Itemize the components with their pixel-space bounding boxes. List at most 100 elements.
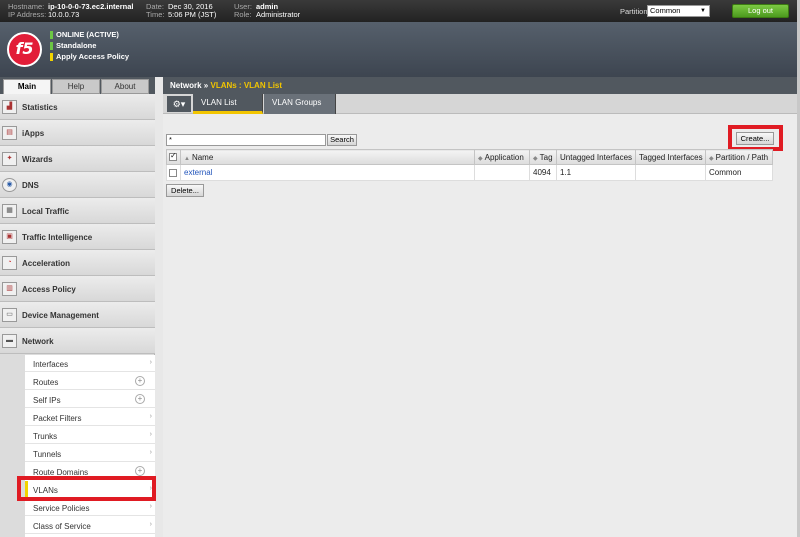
nav-item-local-traffic[interactable]: ▦ Local Traffic [0, 198, 155, 224]
tab-main[interactable]: Main [3, 79, 51, 94]
submenu-label: Trunks [33, 432, 58, 441]
submenu-self-ips[interactable]: Self IPs + [25, 391, 155, 408]
datetime-info: Date: Dec 30, 2016 Time: 5:06 PM (JST) [146, 3, 216, 19]
nav-item-traffic-intelligence[interactable]: ▣ Traffic Intelligence [0, 224, 155, 250]
column-header-name[interactable]: ▲ Name [180, 149, 475, 165]
gear-icon[interactable]: ⚙▾ [167, 96, 191, 112]
plus-circle-icon[interactable]: + [135, 376, 145, 386]
search-button[interactable]: Search [327, 134, 357, 146]
status-bar [50, 42, 53, 50]
access-policy-icon: ▥ [2, 282, 17, 296]
ip-value: 10.0.0.73 [48, 10, 80, 19]
cell-tagged [635, 164, 706, 181]
sort-icon: ◆ [709, 155, 714, 162]
nav-item-network[interactable]: ▬ Network [0, 328, 155, 354]
status-bar [50, 53, 53, 61]
submenu-packet-filters[interactable]: Packet Filters › [25, 409, 155, 426]
vlan-name-link[interactable]: external [184, 168, 212, 177]
submenu-label: Routes [33, 378, 59, 387]
row-checkbox[interactable] [169, 168, 177, 177]
cell-application [474, 164, 530, 181]
nav-item-device-management[interactable]: ▭ Device Management [0, 302, 155, 328]
submenu-routes[interactable]: Routes + [25, 373, 155, 390]
vlans-highlight-box [17, 476, 156, 501]
create-highlight-box [728, 125, 783, 151]
submenu-trunks[interactable]: Trunks › [25, 427, 155, 444]
tab-vlan-groups[interactable]: VLAN Groups [264, 94, 336, 114]
tab-about[interactable]: About [101, 79, 149, 94]
chevron-right-icon: › [149, 359, 152, 366]
left-tabs: Main Help About [0, 77, 155, 94]
apply-access-policy-link[interactable]: Apply Access Policy [56, 52, 129, 61]
nav-item-dns[interactable]: ◉ DNS [0, 172, 155, 198]
column-label: Name [191, 152, 214, 162]
submenu-service-policies[interactable]: Service Policies › [25, 499, 155, 516]
submenu-interfaces[interactable]: Interfaces › [25, 355, 155, 372]
column-header-partition[interactable]: ◆ Partition / Path [705, 149, 773, 165]
status-standalone: Standalone [50, 42, 96, 50]
status-bar [50, 31, 53, 39]
submenu-label: Class of Service [33, 522, 91, 531]
nav-item-access-policy[interactable]: ▥ Access Policy [0, 276, 155, 302]
breadcrumb-section[interactable]: Network [170, 81, 202, 90]
chevron-right-icon: › [149, 503, 152, 510]
plus-circle-icon[interactable]: + [135, 466, 145, 476]
submenu-label: Packet Filters [33, 414, 82, 423]
ip-key: IP Address: [8, 10, 47, 19]
nav-item-label: Access Policy [22, 285, 76, 294]
sub-tabs: ⚙▾ VLAN List VLAN Groups [163, 94, 797, 114]
status-online-text: ONLINE (ACTIVE) [56, 30, 119, 39]
f5-logo: f5 [7, 32, 42, 67]
search-input[interactable]: * [166, 134, 326, 146]
submenu-tunnels[interactable]: Tunnels › [25, 445, 155, 462]
nav-item-label: Acceleration [22, 259, 71, 268]
tab-vlan-list[interactable]: VLAN List [193, 94, 263, 114]
select-all-checkbox-cell [166, 149, 181, 165]
column-label: Partition / Path [715, 152, 769, 162]
partition-select[interactable]: Common ▼ [647, 5, 710, 17]
device-management-icon: ▭ [2, 308, 17, 322]
chevron-right-icon: › [149, 413, 152, 420]
sort-asc-icon: ▲ [184, 155, 190, 162]
partition-label: Partition: [620, 7, 650, 16]
nav-item-wizards[interactable]: ✦ Wizards [0, 146, 155, 172]
column-label: Tag [539, 152, 553, 162]
cell-partition: Common [705, 164, 773, 181]
sort-icon: ◆ [533, 155, 538, 162]
nav-item-acceleration[interactable]: ◔ Acceleration [0, 250, 155, 276]
time-key: Time: [146, 10, 165, 19]
chevron-right-icon: › [149, 449, 152, 456]
chevron-down-icon: ▼ [700, 8, 706, 14]
submenu-label: Tunnels [33, 450, 62, 459]
chevron-right-icon: › [149, 431, 152, 438]
logout-button[interactable]: Log out [732, 4, 789, 18]
cell-untagged: 1.1 [556, 164, 636, 181]
user-info: User: admin Role: Administrator [234, 3, 300, 19]
nav-item-statistics[interactable]: ▟ Statistics [0, 94, 155, 120]
nav-item-label: Network [22, 337, 54, 346]
select-all-checkbox[interactable] [169, 151, 177, 162]
row-checkbox-cell [166, 164, 181, 181]
column-header-application[interactable]: ◆ Application [474, 149, 530, 165]
vlan-table: ▲Name ◆Application ◆Tag Untagged Interfa… [166, 149, 773, 181]
tab-help[interactable]: Help [52, 79, 100, 94]
nav-item-label: Traffic Intelligence [22, 233, 93, 242]
local-traffic-icon: ▦ [2, 204, 17, 218]
column-header-tagged: Tagged Interfaces [635, 149, 706, 165]
delete-button[interactable]: Delete... [166, 184, 204, 197]
status-online: ONLINE (ACTIVE) [50, 31, 119, 39]
cell-tag: 4094 [529, 164, 557, 181]
column-label: Untagged Interfaces [560, 152, 633, 162]
breadcrumb: Network » VLANs : VLAN List [163, 77, 797, 94]
column-header-tag[interactable]: ◆ Tag [529, 149, 557, 165]
submenu-class-of-service[interactable]: Class of Service › [25, 517, 155, 534]
role-key: Role: [234, 10, 252, 19]
wizards-icon: ✦ [2, 152, 17, 166]
role-value: Administrator [256, 10, 301, 19]
plus-circle-icon[interactable]: + [135, 394, 145, 404]
status-apply-policy[interactable]: Apply Access Policy [50, 53, 129, 61]
time-value: 5:06 PM (JST) [168, 10, 217, 19]
table-header-row: ▲Name ◆Application ◆Tag Untagged Interfa… [166, 149, 773, 165]
top-bar: Hostname: ip-10-0-0-73.ec2.internal IP Ad… [0, 0, 800, 22]
nav-item-iapps[interactable]: ▤ iApps [0, 120, 155, 146]
